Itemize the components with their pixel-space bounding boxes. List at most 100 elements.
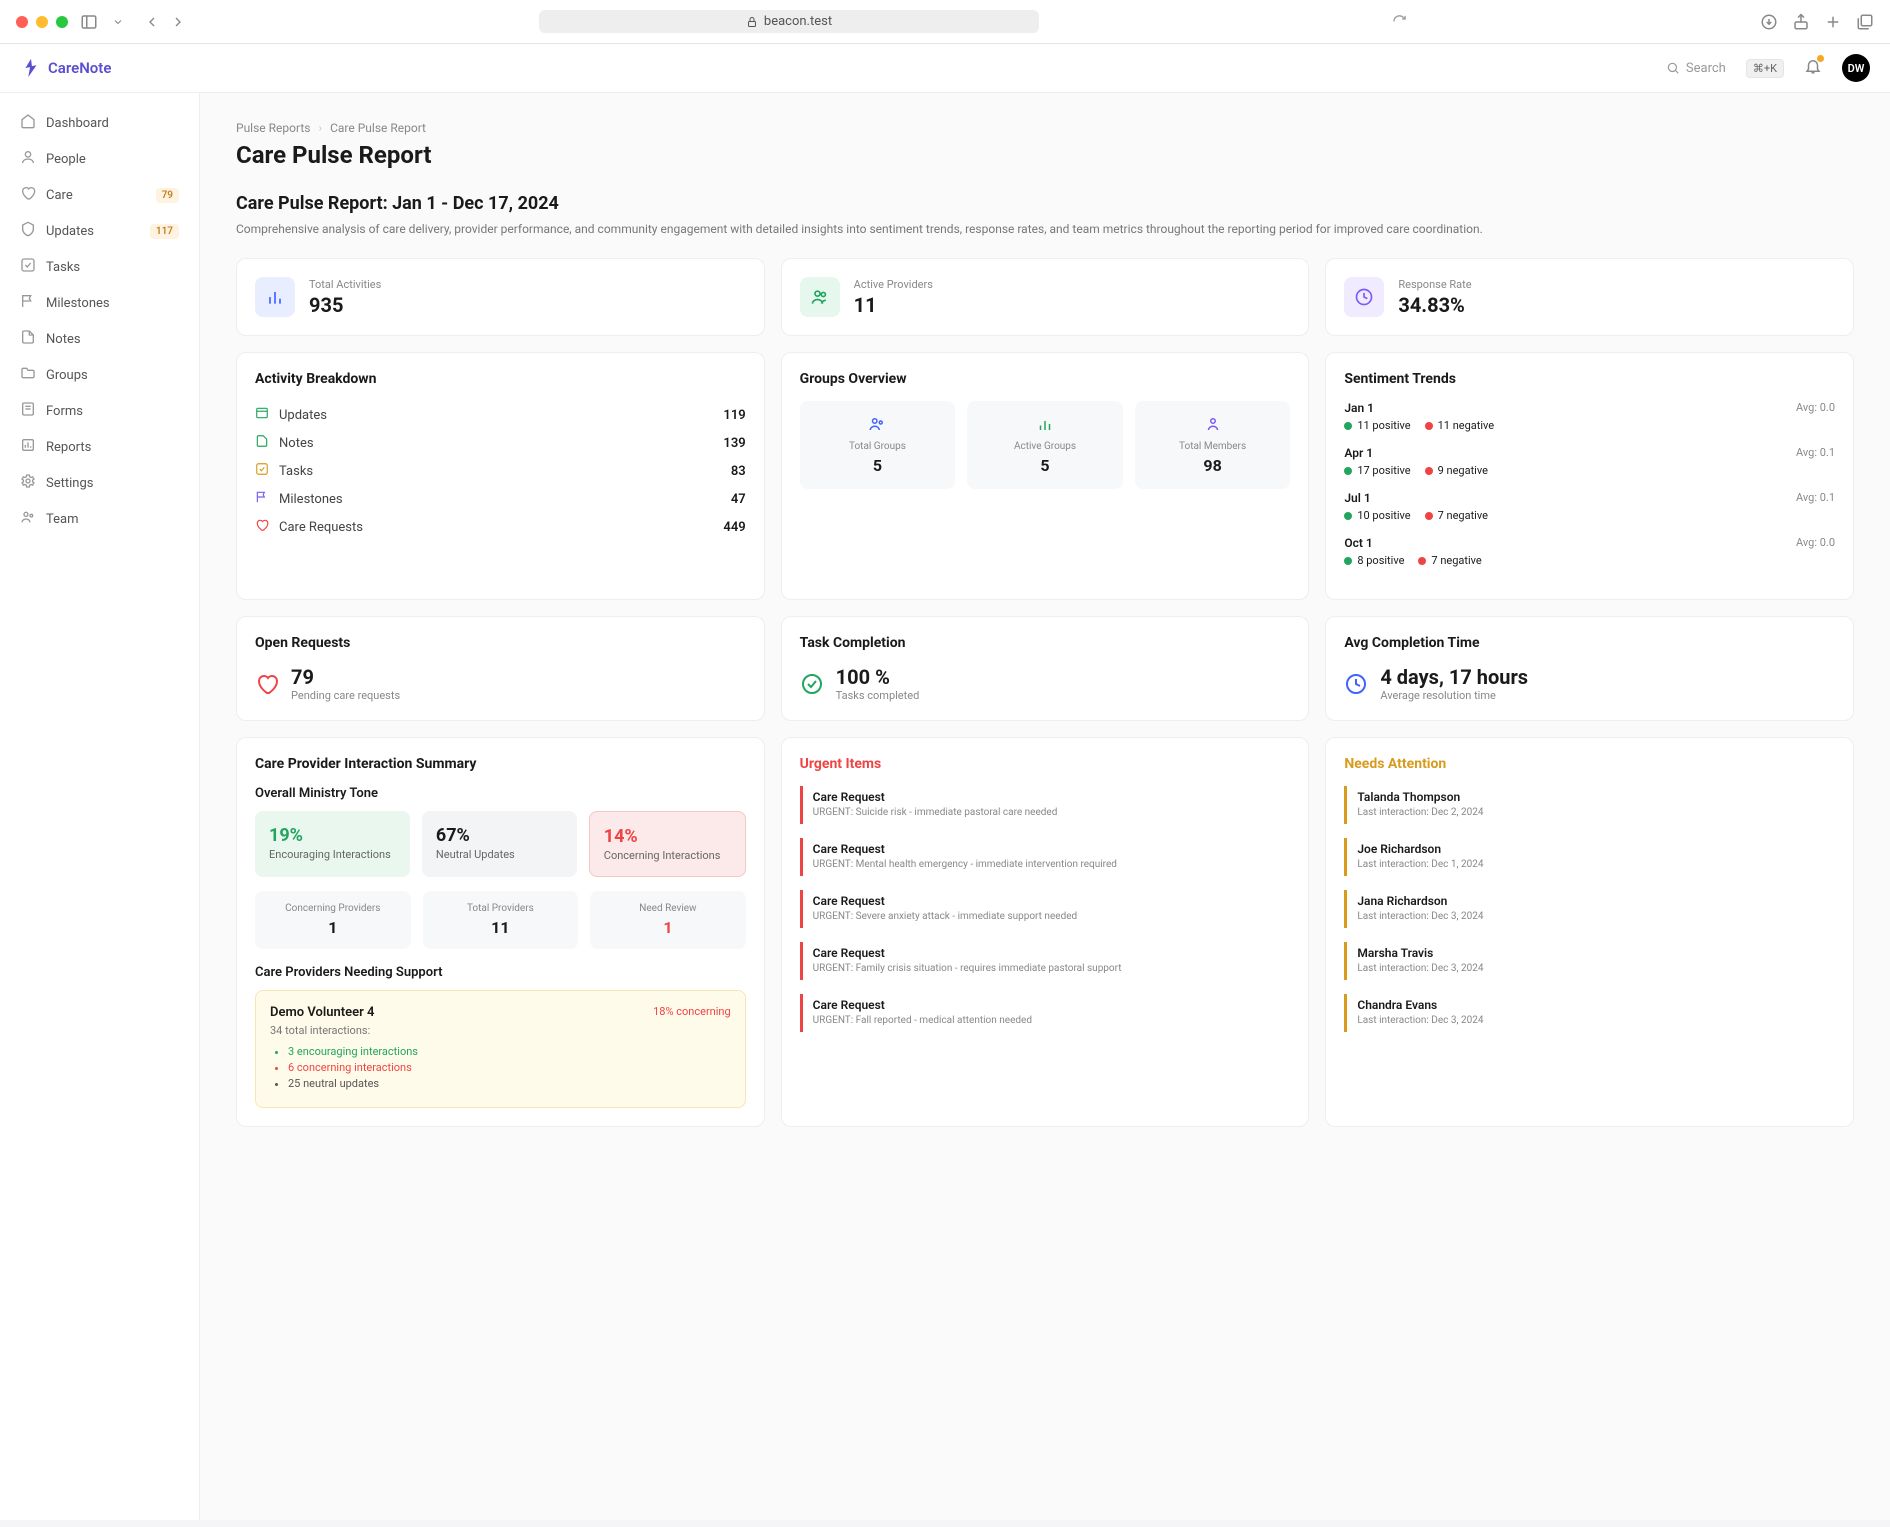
gear-icon <box>20 473 36 493</box>
attention-item[interactable]: Talanda ThompsonLast interaction: Dec 2,… <box>1344 786 1835 824</box>
url-bar[interactable]: beacon.test <box>539 10 1039 33</box>
item-sub: URGENT: Fall reported - medical attentio… <box>813 1014 1291 1028</box>
breakdown-row: Milestones 47 <box>255 485 746 513</box>
forward-icon[interactable] <box>170 14 186 30</box>
report-description: Comprehensive analysis of care delivery,… <box>236 220 1854 238</box>
positive-pill: 11 positive <box>1344 419 1410 432</box>
urgent-item[interactable]: Care Request URGENT: Fall reported - medi… <box>800 994 1291 1032</box>
metric-value: 4 days, 17 hours <box>1380 665 1528 689</box>
item-sub: Last interaction: Dec 1, 2024 <box>1357 858 1835 872</box>
breadcrumb-root[interactable]: Pulse Reports <box>236 121 310 135</box>
chart-bar-icon <box>255 277 295 317</box>
search-icon <box>1666 61 1680 75</box>
sidebar-item-settings[interactable]: Settings <box>10 465 189 501</box>
maximize-window-icon[interactable] <box>56 16 68 28</box>
sidebar-item-reports[interactable]: Reports <box>10 429 189 465</box>
urgent-item[interactable]: Care RequestURGENT: Family crisis situat… <box>800 942 1291 980</box>
sidebar-item-label: Settings <box>46 476 93 491</box>
item-sub: URGENT: Suicide risk - immediate pastora… <box>813 806 1291 820</box>
metric-sub: Average resolution time <box>1380 689 1528 702</box>
provider-stat-value: 1 <box>267 918 399 937</box>
sidebar-item-tasks[interactable]: Tasks <box>10 249 189 285</box>
dot-icon <box>1344 557 1352 565</box>
breakdown-icon <box>255 490 269 508</box>
sidebar-item-notes[interactable]: Notes <box>10 321 189 357</box>
breakdown-label: Milestones <box>279 492 721 507</box>
urgent-item[interactable]: Care RequestURGENT: Severe anxiety attac… <box>800 890 1291 928</box>
sidebar-item-team[interactable]: Team <box>10 501 189 537</box>
breakdown-icon <box>255 406 269 424</box>
search-placeholder: Search <box>1686 61 1726 76</box>
negative-pill: 7 negative <box>1418 554 1481 567</box>
page-title: Care Pulse Report <box>236 141 1854 169</box>
provider-stat-box: Need Review1 <box>590 891 746 949</box>
dot-icon <box>1425 467 1433 475</box>
sidebar-item-label: Dashboard <box>46 116 109 131</box>
sidebar-item-groups[interactable]: Groups <box>10 357 189 393</box>
attention-item[interactable]: Joe RichardsonLast interaction: Dec 1, 2… <box>1344 838 1835 876</box>
sentiment-date: Jan 1 <box>1344 401 1374 415</box>
breakdown-value: 47 <box>731 492 746 507</box>
card-title: Task Completion <box>800 635 1291 651</box>
group-icon <box>975 415 1115 441</box>
item-sub: Last interaction: Dec 3, 2024 <box>1357 1014 1835 1028</box>
sidebar-item-people[interactable]: People <box>10 141 189 177</box>
breakdown-value: 83 <box>731 464 746 479</box>
logo-icon <box>20 57 42 79</box>
group-value: 98 <box>1143 456 1283 475</box>
group-box: Total Groups5 <box>800 401 956 489</box>
item-title: Marsha Travis <box>1357 946 1835 960</box>
attention-item[interactable]: Chandra EvansLast interaction: Dec 3, 20… <box>1344 994 1835 1032</box>
download-icon[interactable] <box>1760 13 1778 31</box>
back-icon[interactable] <box>144 14 160 30</box>
stat-activities: Total Activities 935 <box>236 258 765 336</box>
tabs-icon[interactable] <box>1856 13 1874 31</box>
notification-dot-icon <box>1817 55 1824 62</box>
negative-pill: 11 negative <box>1425 419 1495 432</box>
tone-label: Neutral Updates <box>436 848 563 861</box>
tone-percent: 14% <box>604 826 731 847</box>
urgent-item[interactable]: Care RequestURGENT: Suicide risk - immed… <box>800 786 1291 824</box>
new-tab-icon[interactable] <box>1824 13 1842 31</box>
group-label: Active Groups <box>975 441 1115 452</box>
sentiment-avg: Avg: 0.1 <box>1796 491 1835 505</box>
tone-box: 14% Concerning Interactions <box>589 811 746 877</box>
attention-item[interactable]: Jana RichardsonLast interaction: Dec 3, … <box>1344 890 1835 928</box>
sidebar-item-updates[interactable]: Updates117 <box>10 213 189 249</box>
avatar[interactable]: DW <box>1842 54 1870 82</box>
sidebar-item-milestones[interactable]: Milestones <box>10 285 189 321</box>
clock-icon <box>1344 672 1368 696</box>
sidebar-item-care[interactable]: Care79 <box>10 177 189 213</box>
urgent-item[interactable]: Care RequestURGENT: Mental health emerge… <box>800 838 1291 876</box>
tone-label: Concerning Interactions <box>604 849 731 862</box>
item-sub: URGENT: Mental health emergency - immedi… <box>813 858 1291 872</box>
url-text: beacon.test <box>764 14 832 29</box>
breakdown-label: Tasks <box>279 464 721 479</box>
sentiment-item: Apr 1Avg: 0.117 positive9 negative <box>1344 446 1835 477</box>
flag-icon <box>20 293 36 313</box>
search-input[interactable]: Search <box>1658 57 1734 80</box>
attention-item[interactable]: Marsha Travis Last interaction: Dec 3, 20… <box>1344 942 1835 980</box>
share-icon[interactable] <box>1792 13 1810 31</box>
sentiment-date: Apr 1 <box>1344 446 1373 460</box>
chevron-right-icon: › <box>318 121 322 135</box>
item-sub: Last interaction: Dec 3, 2024 <box>1357 910 1835 924</box>
item-title: Care Request <box>813 998 1291 1012</box>
sidebar-item-forms[interactable]: Forms <box>10 393 189 429</box>
reload-icon[interactable] <box>1392 14 1407 29</box>
chevron-down-icon[interactable] <box>112 16 124 28</box>
sidebar-item-dashboard[interactable]: Dashboard <box>10 105 189 141</box>
item-sub: Last interaction: Dec 2, 2024 <box>1357 806 1835 820</box>
check-icon <box>20 257 36 277</box>
logo[interactable]: CareNote <box>20 57 111 79</box>
breakdown-value: 449 <box>723 520 745 535</box>
dot-icon <box>1344 512 1352 520</box>
close-window-icon[interactable] <box>16 16 28 28</box>
item-sub: Last interaction: Dec 3, 2024 <box>1357 962 1835 976</box>
minimize-window-icon[interactable] <box>36 16 48 28</box>
card-title: Sentiment Trends <box>1344 371 1835 387</box>
sidebar-toggle-icon[interactable] <box>80 13 98 31</box>
notification-bell[interactable] <box>1804 57 1822 79</box>
tone-box: 67%Neutral Updates <box>422 811 577 877</box>
provider-stat-box: Concerning Providers1 <box>255 891 411 949</box>
